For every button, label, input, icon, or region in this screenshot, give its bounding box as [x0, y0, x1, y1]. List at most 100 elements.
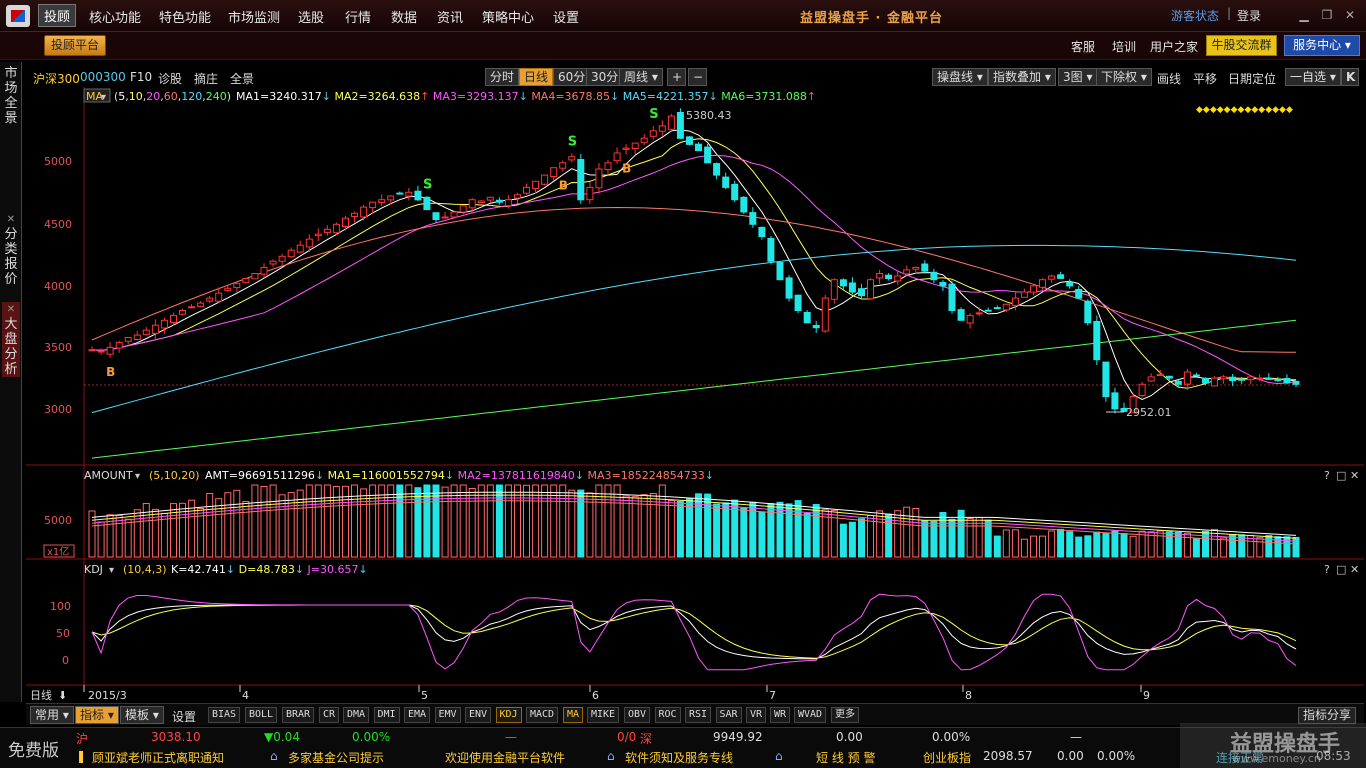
kdj-label[interactable]: KDJ	[84, 563, 103, 576]
amount-label[interactable]: AMOUNT	[84, 469, 133, 482]
menu-item-quotes[interactable]: 行情	[345, 7, 371, 26]
indicator-tab-dma[interactable]: DMA	[343, 707, 370, 723]
maximize-panel-icon[interactable]: □	[1336, 469, 1346, 482]
period-button-weekly[interactable]: 周线 ▾	[619, 68, 663, 86]
indicator-tab-sar[interactable]: SAR	[715, 707, 742, 723]
amount-bar	[1039, 535, 1046, 558]
period-button-intraday[interactable]: 分时	[485, 68, 520, 86]
candle-body	[867, 279, 874, 300]
news-item-1[interactable]: 顾亚斌老师正式离职通知	[92, 749, 224, 766]
login-link[interactable]: 登录	[1237, 7, 1261, 24]
three-chart-dropdown[interactable]: 3图 ▾	[1058, 68, 1098, 86]
menu-item-stock-picking[interactable]: 选股	[298, 7, 324, 26]
side-tab-index-analysis[interactable]: ✕ 大盘分析	[2, 302, 20, 377]
template-dropdown[interactable]: 模板 ▾	[120, 706, 164, 724]
menu-item-data[interactable]: 数据	[391, 7, 417, 26]
period-button-daily[interactable]: 日线	[519, 68, 554, 86]
symbol-name[interactable]: 沪深300	[33, 70, 80, 87]
chart-area[interactable]: MA ▾ (5,10,20,60,120,240) MA1=3240.317↓ …	[26, 87, 1364, 702]
guest-status-link[interactable]: 游客状态	[1171, 7, 1219, 24]
index-overlay-dropdown[interactable]: 指数叠加 ▾	[988, 68, 1056, 86]
x-axis-period-label[interactable]: 日线	[30, 688, 52, 702]
stock-exchange-group-button[interactable]: 牛股交流群	[1206, 35, 1277, 56]
short-term-alert-link[interactable]: 短 线 预 警	[816, 749, 875, 766]
indicator-tab-bias[interactable]: BIAS	[208, 707, 241, 723]
close-panel-icon[interactable]: ✕	[1350, 563, 1359, 576]
indicator-dropdown[interactable]: 指标 ▾	[75, 706, 119, 724]
candle-body	[405, 191, 413, 197]
indicator-tab-wvad[interactable]: WVAD	[794, 707, 827, 723]
symbol-code[interactable]: 000300	[80, 70, 126, 84]
menu-item-core-functions[interactable]: 核心功能	[89, 7, 141, 26]
menu-item-settings[interactable]: 设置	[553, 7, 579, 26]
indicator-tab-dmi[interactable]: DMI	[373, 707, 400, 723]
indicator-tab-macd[interactable]: MACD	[526, 707, 559, 723]
side-tab-category-quotes[interactable]: ✕ 分类报价	[2, 212, 20, 287]
indicator-tab-env[interactable]: ENV	[465, 707, 492, 723]
service-center-button[interactable]: 服务中心 ▾	[1284, 35, 1360, 56]
date-locate-link[interactable]: 日期定位	[1228, 70, 1276, 87]
ex-rights-dropdown[interactable]: 下除权 ▾	[1096, 68, 1152, 86]
operation-line-dropdown[interactable]: 操盘线 ▾	[932, 68, 988, 86]
zoom-in-button[interactable]: +	[667, 68, 686, 86]
amount-bar	[387, 484, 395, 558]
self-select-dropdown[interactable]: 一自选 ▾	[1285, 68, 1341, 86]
training-link[interactable]: 培训	[1112, 38, 1136, 55]
close-icon[interactable]: ✕	[2, 302, 20, 317]
invest-platform-button[interactable]: 投顾平台	[44, 35, 106, 56]
news-item-4[interactable]: 软件须知及服务专线	[625, 749, 733, 766]
indicator-tab-rsi[interactable]: RSI	[685, 707, 712, 723]
news-item-3[interactable]: 欢迎使用金融平台软件	[445, 749, 565, 766]
down-arrow-icon[interactable]: ⬇	[58, 689, 67, 702]
sz-index-label[interactable]: 深	[640, 730, 652, 747]
user-home-link[interactable]: 用户之家	[1150, 38, 1198, 55]
indicator-tab-ma[interactable]: MA	[563, 707, 584, 723]
indicator-tab-more[interactable]: 更多	[831, 707, 859, 723]
period-button-30min[interactable]: 30分	[586, 68, 624, 86]
candle-body	[821, 297, 829, 332]
indicator-tab-wr[interactable]: WR	[770, 707, 791, 723]
side-tab-market-overview[interactable]: 市场全景	[2, 66, 20, 126]
indicator-tab-cr[interactable]: CR	[319, 707, 340, 723]
menu-item-invest-advisor[interactable]: 投顾	[38, 4, 77, 27]
dealer-pick-link[interactable]: 摘庄	[194, 70, 218, 87]
indicator-share-button[interactable]: 指标分享	[1297, 707, 1356, 724]
cyb-index-label[interactable]: 创业板指	[923, 749, 971, 766]
indicator-tab-emv[interactable]: EMV	[434, 707, 461, 723]
indicator-tab-vr[interactable]: VR	[746, 707, 767, 723]
period-button-60min[interactable]: 60分	[553, 68, 591, 86]
common-dropdown[interactable]: 常用 ▾	[30, 706, 74, 724]
zoom-out-button[interactable]: −	[688, 68, 707, 86]
indicator-tab-ema[interactable]: EMA	[404, 707, 431, 723]
pan-link[interactable]: 平移	[1193, 70, 1217, 87]
help-icon[interactable]: ?	[1324, 469, 1330, 482]
maximize-icon[interactable]: ❐	[1320, 8, 1334, 22]
draw-line-link[interactable]: 画线	[1157, 70, 1181, 87]
candle-body	[206, 297, 214, 302]
close-panel-icon[interactable]: ✕	[1350, 469, 1359, 482]
indicator-tab-obv[interactable]: OBV	[624, 707, 651, 723]
indicator-tab-mike[interactable]: MIKE	[587, 707, 620, 723]
indicator-tab-kdj[interactable]: KDJ	[495, 707, 522, 723]
minimize-icon[interactable]: ▁	[1297, 8, 1311, 22]
sh-index-change: ▼0.04	[264, 730, 300, 744]
close-icon[interactable]: ✕	[2, 212, 20, 227]
help-icon[interactable]: ?	[1324, 563, 1330, 576]
indicator-tab-roc[interactable]: ROC	[654, 707, 681, 723]
maximize-panel-icon[interactable]: □	[1336, 563, 1346, 576]
menu-item-special-functions[interactable]: 特色功能	[159, 7, 211, 26]
menu-item-strategy-center[interactable]: 策略中心	[482, 7, 534, 26]
customer-service-link[interactable]: 客服	[1071, 38, 1095, 55]
news-item-2[interactable]: 多家基金公司提示	[288, 749, 384, 766]
panorama-link[interactable]: 全景	[230, 70, 254, 87]
collapse-panel-icon[interactable]: K	[1341, 68, 1359, 86]
f10-link[interactable]: F10	[130, 70, 152, 84]
menu-item-market-monitor[interactable]: 市场监测	[228, 7, 280, 26]
close-icon[interactable]: ✕	[1343, 8, 1357, 22]
sh-index-label[interactable]: 沪	[76, 730, 88, 747]
indicator-tab-brar[interactable]: BRAR	[282, 707, 315, 723]
stock-diagnosis-link[interactable]: 诊股	[158, 70, 182, 87]
indicator-tab-boll[interactable]: BOLL	[245, 707, 278, 723]
menu-item-news[interactable]: 资讯	[437, 7, 463, 26]
indicator-settings-link[interactable]: 设置	[172, 708, 196, 725]
